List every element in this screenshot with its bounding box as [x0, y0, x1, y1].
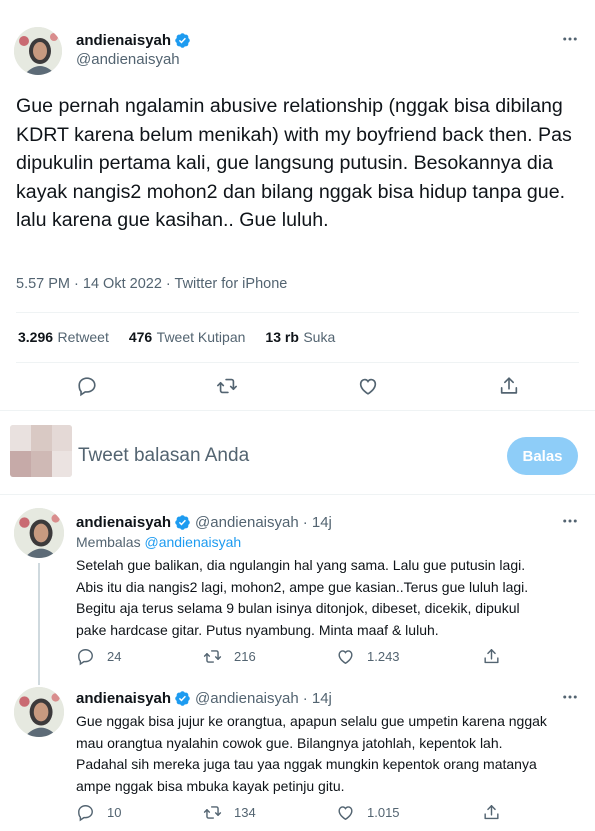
- username[interactable]: @andienaisyah: [195, 514, 299, 531]
- reply-action[interactable]: 10: [76, 803, 121, 822]
- timestamp[interactable]: · 14j: [303, 514, 332, 531]
- reply-input[interactable]: Tweet balasan Anda: [78, 445, 478, 467]
- replying-to-link[interactable]: @andienaisyah: [144, 534, 241, 550]
- reply-icon: [76, 647, 95, 666]
- share-icon[interactable]: [482, 647, 501, 666]
- retweet-icon: [203, 803, 222, 822]
- avatar[interactable]: [14, 687, 64, 737]
- divider: [0, 494, 595, 495]
- like-label: Suka: [303, 329, 336, 345]
- reply-action[interactable]: 24: [76, 647, 121, 666]
- retweet-label: Retweet: [57, 329, 109, 345]
- like-icon: [336, 647, 355, 666]
- retweet-icon: [203, 647, 222, 666]
- retweet-count: 216: [234, 649, 256, 664]
- tweet-text: Gue pernah ngalamin abusive relationship…: [16, 95, 572, 231]
- like-icon[interactable]: [357, 375, 379, 397]
- retweet-stat[interactable]: 3.296 Retweet: [18, 329, 109, 347]
- retweet-count: 3.296: [18, 329, 54, 345]
- retweet-icon[interactable]: [216, 375, 238, 397]
- verified-badge-icon: [174, 690, 191, 707]
- replying-to: Membalas @andienaisyah: [76, 534, 241, 550]
- reply-count: 24: [107, 649, 122, 664]
- quote-stat[interactable]: 476 Tweet Kutipan: [129, 329, 246, 347]
- share-icon[interactable]: [498, 375, 520, 397]
- retweet-count: 134: [234, 805, 256, 820]
- like-count: 1.015: [367, 805, 400, 820]
- more-options-icon[interactable]: [561, 688, 579, 706]
- username[interactable]: @andienaisyah: [195, 690, 299, 707]
- replying-prefix: Membalas: [76, 534, 141, 550]
- more-options-icon[interactable]: [561, 30, 579, 48]
- tweet-meta[interactable]: 5.57 PM · 14 Okt 2022 · Twitter for iPho…: [16, 276, 287, 292]
- display-name[interactable]: andienaisyah: [76, 32, 171, 49]
- divider: [16, 362, 579, 363]
- reply-text: Setelah gue balikan, dia ngulangin hal y…: [76, 557, 529, 638]
- like-count: 13 rb: [265, 329, 299, 345]
- username[interactable]: @andienaisyah: [76, 51, 180, 68]
- avatar[interactable]: [14, 508, 64, 558]
- avatar[interactable]: [14, 27, 62, 75]
- display-name[interactable]: andienaisyah: [76, 690, 171, 707]
- verified-badge-icon: [174, 514, 191, 531]
- like-count: 1.243: [367, 649, 400, 664]
- retweet-action[interactable]: 216: [203, 647, 256, 666]
- quote-count: 476: [128, 329, 153, 345]
- my-avatar[interactable]: [10, 425, 72, 477]
- tweet-stats: 3.296 Retweet 476 Tweet Kutipan 13 rb Su…: [18, 329, 335, 347]
- display-name[interactable]: andienaisyah: [76, 514, 171, 531]
- more-options-icon[interactable]: [561, 512, 579, 530]
- quote-label: Tweet Kutipan: [156, 329, 246, 345]
- like-action[interactable]: 1.243: [336, 647, 400, 666]
- retweet-action[interactable]: 134: [203, 803, 256, 822]
- reply-text: Gue nggak bisa jujur ke orangtua, apapun…: [76, 713, 547, 794]
- share-icon[interactable]: [482, 803, 501, 822]
- reply-button[interactable]: Balas: [507, 437, 578, 475]
- like-stat[interactable]: 13 rb Suka: [265, 329, 335, 347]
- reply-icon[interactable]: [76, 375, 98, 397]
- like-icon: [336, 803, 355, 822]
- thread-line: [38, 563, 40, 685]
- reply-icon: [76, 803, 95, 822]
- verified-badge-icon: [174, 32, 191, 49]
- timestamp[interactable]: · 14j: [303, 690, 332, 707]
- divider: [0, 410, 595, 411]
- like-action[interactable]: 1.015: [336, 803, 400, 822]
- reply-count: 10: [107, 805, 122, 820]
- divider: [16, 312, 579, 313]
